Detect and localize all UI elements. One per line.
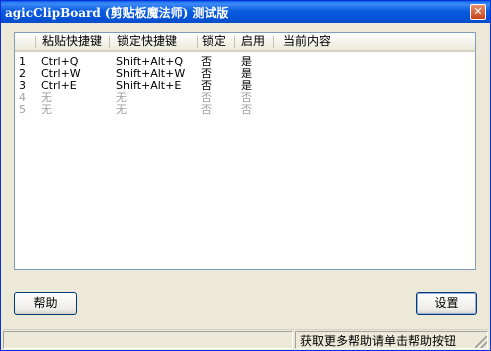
close-icon: ✕ <box>473 5 483 18</box>
row-paste-key: 无 <box>41 103 52 116</box>
row-lock-key: 无 <box>116 103 127 116</box>
column-separator[interactable] <box>273 36 274 48</box>
row-index: 5 <box>19 103 26 116</box>
column-separator[interactable] <box>234 36 235 48</box>
column-enabled[interactable]: 启用 <box>241 33 265 50</box>
hotkey-list[interactable]: 粘贴快捷键 锁定快捷键 锁定 启用 当前内容 1 Ctrl+Q Shift+Alt+… <box>14 32 476 270</box>
column-content[interactable]: 当前内容 <box>283 33 331 50</box>
status-pane-left <box>3 331 293 349</box>
settings-button[interactable]: 设置 <box>416 292 477 315</box>
app-window: agicClipBoard (剪贴板魔法师) 测试版 ✕ 粘贴快捷键 锁定快捷键… <box>0 0 491 351</box>
list-header: 粘贴快捷键 锁定快捷键 锁定 启用 当前内容 <box>15 33 475 52</box>
close-button[interactable]: ✕ <box>470 4 486 20</box>
resize-grip-icon[interactable] <box>475 336 487 348</box>
status-pane-right: 获取更多帮助请单击帮助按钮 <box>295 331 488 349</box>
row-enabled: 否 <box>241 103 252 116</box>
status-text-right: 获取更多帮助请单击帮助按钮 <box>300 334 457 348</box>
column-separator[interactable] <box>35 36 36 48</box>
column-separator[interactable] <box>197 36 198 48</box>
list-item[interactable]: 5 无 无 否 否 <box>15 103 475 116</box>
status-bar: 获取更多帮助请单击帮助按钮 <box>3 329 488 349</box>
column-paste-key[interactable]: 粘贴快捷键 <box>42 33 102 50</box>
column-locked[interactable]: 锁定 <box>202 33 226 50</box>
column-lock-key[interactable]: 锁定快捷键 <box>117 33 177 50</box>
title-bar[interactable]: agicClipBoard (剪贴板魔法师) 测试版 ✕ <box>1 1 490 23</box>
help-button[interactable]: 帮助 <box>14 292 77 315</box>
column-separator[interactable] <box>109 36 110 48</box>
row-locked: 否 <box>201 103 212 116</box>
window-title: agicClipBoard (剪贴板魔法师) 测试版 <box>5 6 229 20</box>
